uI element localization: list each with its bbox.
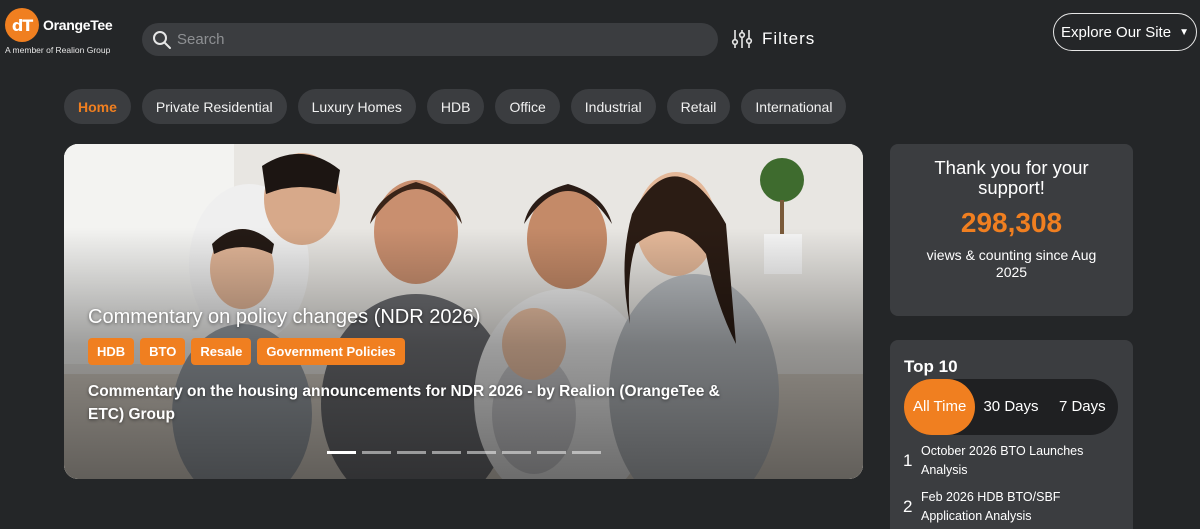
carousel-dot[interactable] <box>467 451 496 454</box>
explore-site-dropdown[interactable]: Explore Our Site ▼ <box>1053 13 1197 51</box>
filters-icon <box>731 30 753 48</box>
carousel-indicators <box>327 451 601 454</box>
tag-hdb[interactable]: HDB <box>88 338 135 365</box>
nav-office[interactable]: Office <box>495 89 560 124</box>
orangetee-logo[interactable]: dT OrangeTee A member of Realion Group <box>5 8 125 60</box>
nav-international[interactable]: International <box>741 89 847 124</box>
nav-hdb[interactable]: HDB <box>426 89 485 124</box>
carousel-dot[interactable] <box>432 451 461 454</box>
nav-home[interactable]: Home <box>64 89 131 124</box>
filters-label: Filters <box>762 29 816 48</box>
list-item[interactable]: 2 Feb 2026 HDB BTO/SBF Application Analy… <box>903 488 1111 526</box>
carousel-dot[interactable] <box>572 451 601 454</box>
logo-mark: dT <box>5 8 39 42</box>
top10-list: 1 October 2026 BTO Launches Analysis 2 F… <box>903 442 1111 529</box>
tab-30-days[interactable]: 30 Days <box>975 379 1046 435</box>
views-count: 298,308 <box>960 207 1063 238</box>
tag-government-policies[interactable]: Government Policies <box>257 338 405 365</box>
top10-tabs: All Time 30 Days 7 Days <box>904 379 1118 435</box>
tab-7-days[interactable]: 7 Days <box>1047 379 1118 435</box>
chevron-down-icon: ▼ <box>1179 26 1189 38</box>
nav-luxury-homes[interactable]: Luxury Homes <box>297 89 416 124</box>
rank-number: 2 <box>903 497 913 516</box>
carousel-dot[interactable] <box>327 451 356 454</box>
tag-bto[interactable]: BTO <box>140 338 186 365</box>
tab-all-time[interactable]: All Time <box>904 379 976 435</box>
carousel-dot[interactable] <box>397 451 426 454</box>
views-counter-card: Thank you for your support! 298,308 view… <box>890 144 1133 316</box>
search-icon <box>153 30 171 49</box>
views-heading: Thank you for your support! <box>934 157 1089 198</box>
carousel-dot[interactable] <box>502 451 531 454</box>
nav-industrial[interactable]: Industrial <box>570 89 656 124</box>
nav-retail[interactable]: Retail <box>666 89 731 124</box>
hero-description[interactable]: Commentary on the housing announcements … <box>88 380 728 426</box>
nav-private-residential[interactable]: Private Residential <box>141 89 287 124</box>
search-input[interactable] <box>177 23 718 56</box>
rank-number: 1 <box>903 451 913 470</box>
carousel-dot[interactable] <box>362 451 391 454</box>
hero-tags: HDB BTO Resale Government Policies <box>88 338 405 365</box>
top10-panel: Top 10 All Time 30 Days 7 Days 1 October… <box>890 340 1133 529</box>
article-title[interactable]: Feb 2026 HDB BTO/SBF Application Analysi… <box>921 488 1111 526</box>
hero-title[interactable]: Commentary on policy changes (NDR 2026) <box>88 306 480 329</box>
logo-tagline: A member of Realion Group <box>5 45 111 55</box>
hero-carousel[interactable]: Commentary on policy changes (NDR 2026) … <box>64 144 863 479</box>
list-item[interactable]: 1 October 2026 BTO Launches Analysis <box>903 442 1111 480</box>
search-bar <box>142 23 718 56</box>
logo-name: OrangeTee <box>43 17 113 33</box>
carousel-dot[interactable] <box>537 451 566 454</box>
explore-label: Explore Our Site <box>1061 23 1172 41</box>
category-nav: Home Private Residential Luxury Homes HD… <box>64 89 847 124</box>
tag-resale[interactable]: Resale <box>191 338 252 365</box>
filters-button[interactable]: Filters <box>731 26 815 52</box>
top10-title: Top 10 <box>904 357 958 376</box>
views-caption: views & counting since Aug 2025 <box>926 247 1097 280</box>
page: dT OrangeTee A member of Realion Group F… <box>0 0 1200 529</box>
article-title[interactable]: October 2026 BTO Launches Analysis <box>921 442 1111 480</box>
